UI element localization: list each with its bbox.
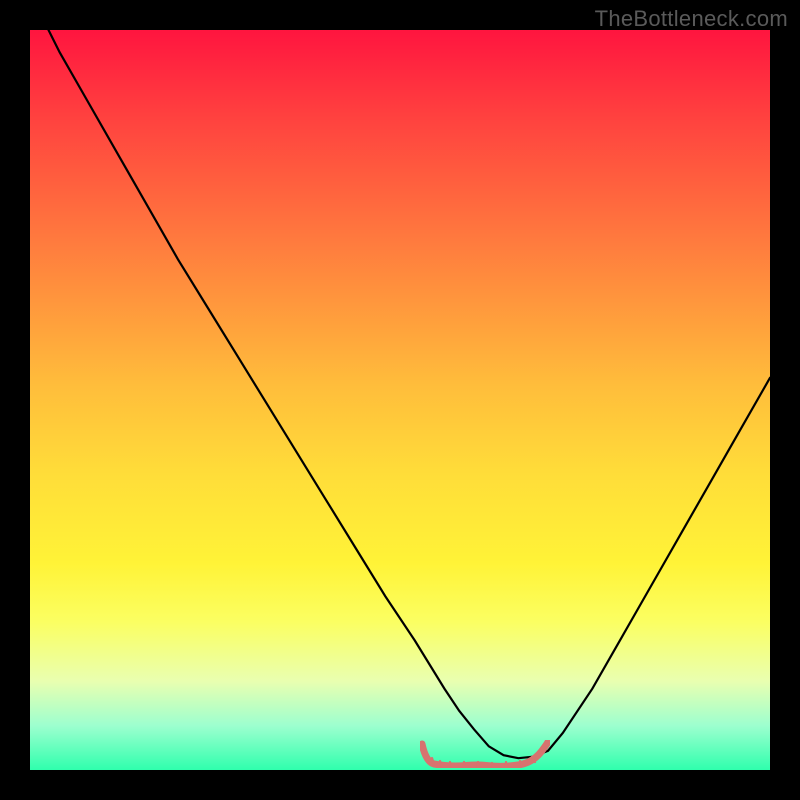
chart-area [30, 30, 770, 770]
bottleneck-curve [30, 30, 770, 770]
watermark-text: TheBottleneck.com [595, 6, 788, 32]
